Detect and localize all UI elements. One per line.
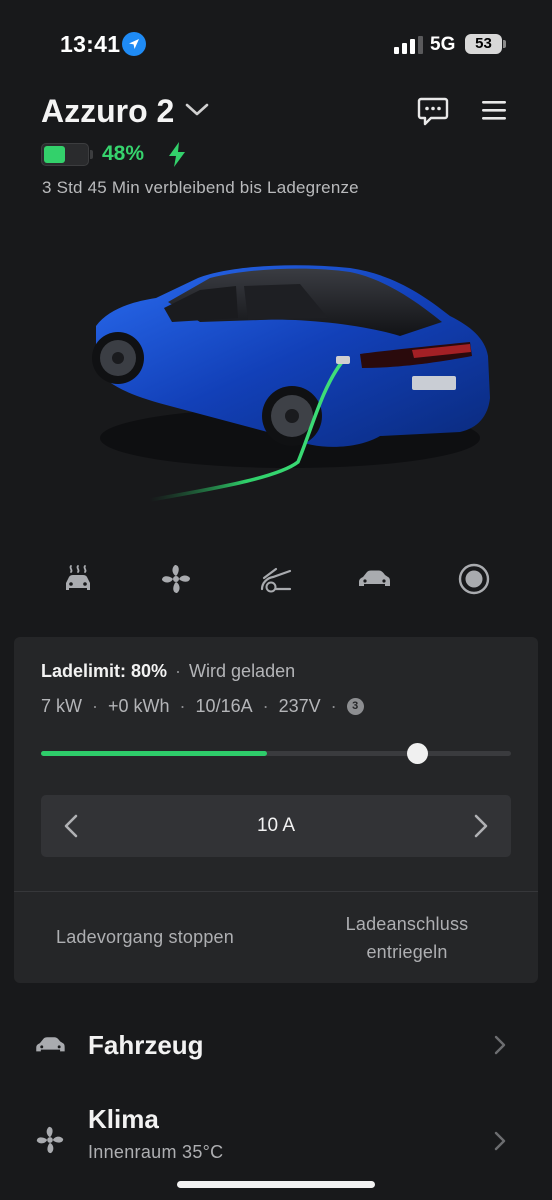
car-image	[92, 265, 490, 502]
menu-item-climate-label: Klima	[88, 1104, 159, 1134]
menu-item-vehicle-label: Fahrzeug	[88, 1030, 204, 1060]
phone-battery-tip	[503, 40, 506, 48]
car-icon	[36, 1037, 65, 1052]
separator-dot: ·	[92, 696, 99, 716]
fan-icon	[162, 565, 190, 593]
quick-fan-button[interactable]	[152, 555, 200, 603]
slider-charge-fill	[41, 751, 267, 756]
vehicle-battery-tip	[90, 150, 93, 159]
hamburger-menu-icon[interactable]	[481, 99, 507, 121]
status-bar: 13:41 5G 53	[0, 0, 552, 90]
charge-port-icon	[260, 567, 292, 593]
charge-current: 10/16A	[195, 696, 253, 716]
vehicle-battery-icon	[41, 143, 89, 166]
quick-charge-port-button[interactable]	[252, 555, 300, 603]
charging-status: Wird geladen	[189, 661, 296, 681]
vehicle-battery-fill	[44, 146, 66, 163]
unlock-label-line2: entriegeln	[366, 941, 448, 962]
chevron-left-icon	[64, 814, 78, 838]
car-icon	[359, 570, 390, 586]
charging-screen: 13:41 5G 53 Azzuro 2 48% 3 Std 45 Min ve…	[0, 0, 552, 1200]
unlock-button-label: Ladeanschluss entriegeln	[346, 910, 469, 966]
time-remaining: 3 Std 45 Min verbleibend bis Ladegrenze	[42, 178, 359, 197]
quick-climate-button[interactable]	[54, 555, 102, 603]
separator-dot: ·	[179, 696, 186, 716]
charge-limit-label: Ladelimit: 80%	[41, 661, 168, 681]
chevron-down-icon[interactable]	[184, 101, 210, 119]
charge-stats-line: 7 kW · +0 kWh · 10/16A · 237V · 3	[41, 696, 364, 717]
location-arrow-icon	[122, 32, 146, 56]
separator-dot: ·	[330, 696, 337, 716]
chevron-right-icon	[494, 1035, 506, 1055]
charge-limit-line: Ladelimit: 80% · Wird geladen	[41, 661, 295, 682]
menu-item-vehicle[interactable]: Fahrzeug	[0, 1010, 552, 1082]
quick-controls	[40, 555, 510, 603]
amps-value: 10 A	[256, 815, 296, 836]
fan-icon	[36, 1126, 64, 1154]
charging-card: Ladelimit: 80% · Wird geladen 7 kW · +0 kW…	[14, 637, 538, 983]
charge-limit-slider[interactable]	[41, 741, 511, 765]
amps-stepper: 10 A	[41, 795, 511, 857]
status-time: 13:41	[60, 31, 121, 57]
separator-dot: ·	[262, 696, 269, 716]
climate-heat-icon	[66, 565, 90, 590]
quick-vehicle-button[interactable]	[350, 555, 398, 603]
chevron-right-icon	[474, 814, 488, 838]
stop-charging-button[interactable]: Ladevorgang stoppen	[14, 892, 276, 983]
home-indicator[interactable]	[177, 1181, 375, 1188]
phase-count-badge: 3	[346, 698, 364, 715]
record-icon	[458, 563, 490, 595]
charging-bolt-icon	[169, 142, 185, 167]
decrease-amps-button[interactable]	[41, 795, 101, 857]
battery-percent: 48%	[102, 142, 145, 165]
menu-item-climate[interactable]: Klima Innenraum 35°C	[0, 1096, 552, 1176]
vehicle-name[interactable]: Azzuro 2	[41, 93, 174, 130]
charge-voltage: 237V	[278, 696, 321, 716]
chat-icon[interactable]	[417, 96, 449, 126]
signal-bars-icon	[394, 36, 423, 54]
chevron-right-icon	[494, 1131, 506, 1151]
menu-item-climate-subtitle: Innenraum 35°C	[88, 1142, 224, 1162]
unlock-label-line1: Ladeanschluss	[345, 913, 469, 934]
increase-amps-button[interactable]	[451, 795, 511, 857]
separator-dot: ·	[175, 661, 182, 681]
phone-battery-icon: 53	[465, 34, 502, 54]
charge-power: 7 kW	[41, 696, 83, 716]
charge-energy: +0 kWh	[108, 696, 170, 716]
slider-thumb[interactable]	[407, 743, 428, 764]
network-type: 5G	[430, 34, 456, 55]
unlock-charge-port-button[interactable]: Ladeanschluss entriegeln	[276, 892, 538, 983]
quick-record-button[interactable]	[450, 555, 498, 603]
